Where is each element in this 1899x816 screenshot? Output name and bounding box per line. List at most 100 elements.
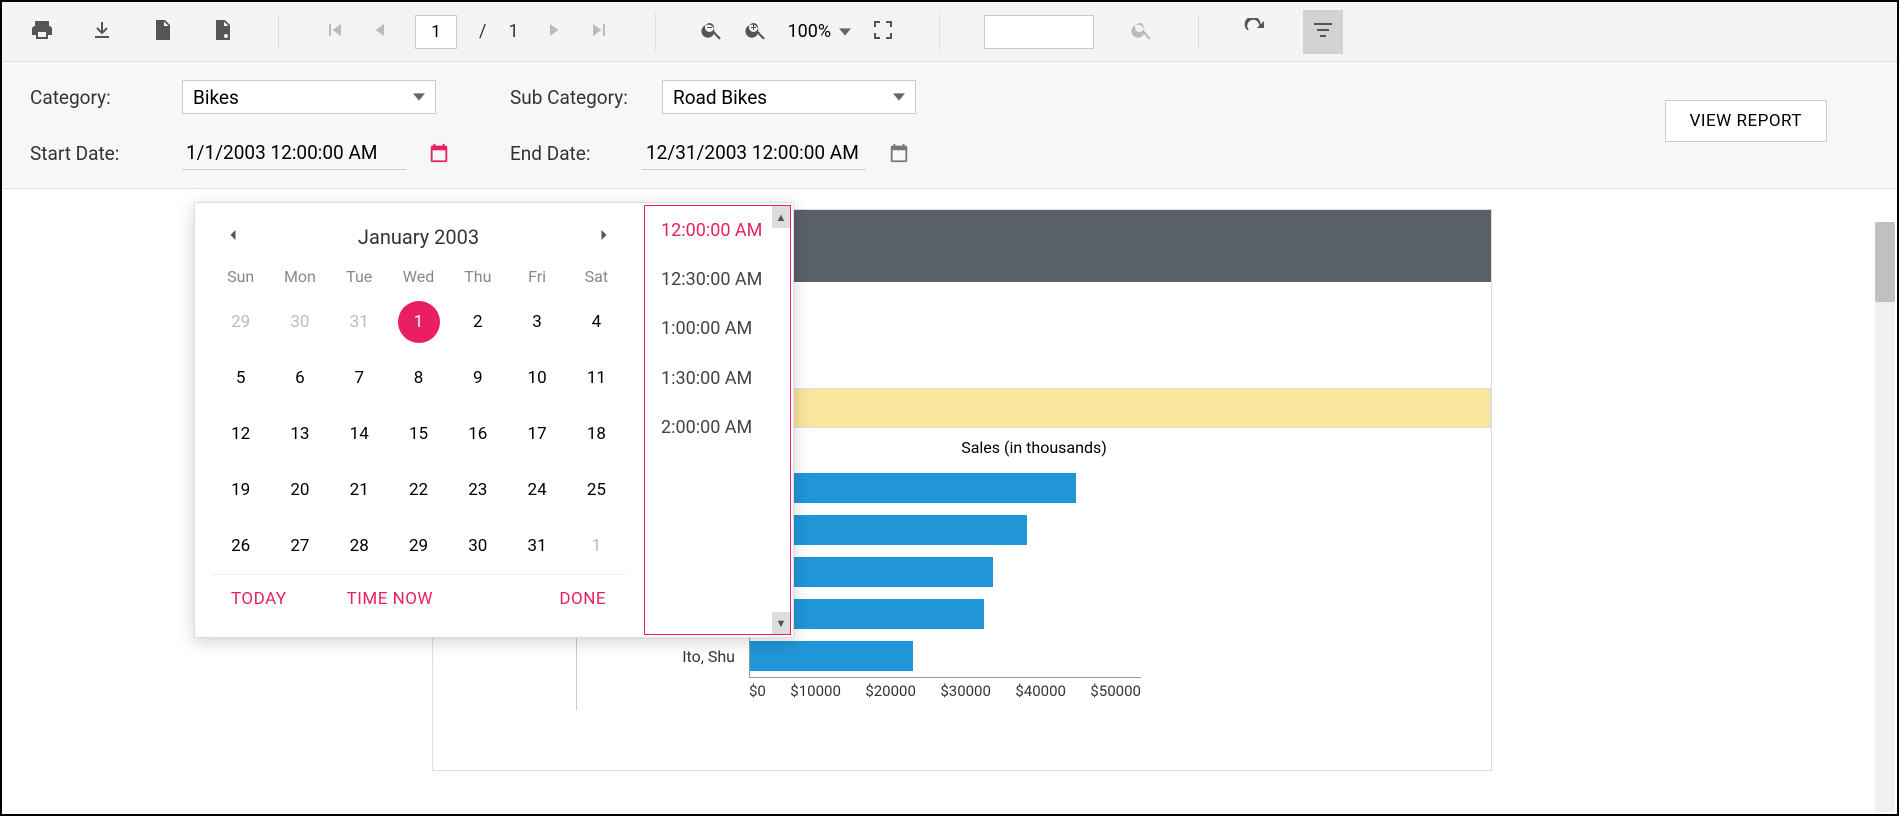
days-grid: 2930311234567891011121314151617181920212… bbox=[211, 294, 626, 574]
category-label: Category: bbox=[30, 86, 160, 109]
page-setup-icon[interactable] bbox=[150, 18, 174, 46]
end-date-input[interactable] bbox=[642, 136, 866, 170]
day-cell-prev[interactable]: 29 bbox=[211, 294, 270, 350]
day-cell[interactable]: 3 bbox=[507, 294, 566, 350]
day-cell-next[interactable]: 1 bbox=[567, 518, 626, 574]
day-cell[interactable]: 23 bbox=[448, 462, 507, 518]
weekday-row: SunMonTueWedThuFriSat bbox=[211, 267, 626, 286]
separator bbox=[655, 14, 656, 50]
separator bbox=[939, 14, 940, 50]
day-cell[interactable]: 29 bbox=[389, 518, 448, 574]
chart-xaxis: $0$10000$20000$30000$40000$50000 bbox=[749, 677, 1141, 700]
day-cell[interactable]: 25 bbox=[567, 462, 626, 518]
zoom-value: 100% bbox=[788, 21, 832, 42]
filter-icon[interactable] bbox=[1303, 10, 1343, 54]
separator bbox=[1198, 14, 1199, 50]
search-input[interactable] bbox=[984, 15, 1094, 49]
day-cell[interactable]: 9 bbox=[448, 350, 507, 406]
toolbar: / 1 100% bbox=[2, 2, 1897, 62]
day-cell[interactable]: 19 bbox=[211, 462, 270, 518]
day-cell[interactable]: 4 bbox=[567, 294, 626, 350]
end-date-label: End Date: bbox=[510, 142, 620, 165]
xaxis-tick: $50000 bbox=[1090, 682, 1141, 700]
subcategory-select[interactable]: Road Bikes bbox=[662, 80, 916, 114]
zoom-group: 100% bbox=[700, 18, 896, 46]
day-cell[interactable]: 20 bbox=[270, 462, 329, 518]
document-options-icon[interactable] bbox=[210, 18, 234, 46]
day-cell[interactable]: 2 bbox=[448, 294, 507, 350]
scroll-up-icon[interactable]: ▲ bbox=[772, 206, 790, 228]
time-option[interactable]: 12:30:00 AM bbox=[645, 255, 790, 304]
start-date-input[interactable] bbox=[182, 136, 406, 170]
day-cell[interactable]: 26 bbox=[211, 518, 270, 574]
next-month-icon[interactable] bbox=[594, 225, 614, 249]
day-cell[interactable]: 13 bbox=[270, 406, 329, 462]
fullscreen-icon[interactable] bbox=[871, 18, 895, 46]
today-button[interactable]: TODAY bbox=[231, 589, 287, 609]
xaxis-tick: $40000 bbox=[1015, 682, 1066, 700]
chart-row: Ito, Shu bbox=[597, 635, 1471, 677]
day-cell[interactable]: 30 bbox=[448, 518, 507, 574]
zoom-select[interactable]: 100% bbox=[788, 21, 852, 42]
zoom-out-icon[interactable] bbox=[700, 18, 724, 46]
prev-page-icon[interactable] bbox=[369, 18, 393, 46]
first-page-icon[interactable] bbox=[323, 18, 347, 46]
page-number-input[interactable] bbox=[415, 15, 457, 49]
done-button[interactable]: DONE bbox=[559, 589, 606, 609]
time-option[interactable]: 1:30:00 AM bbox=[645, 354, 790, 403]
subcategory-label: Sub Category: bbox=[510, 86, 640, 109]
xaxis-tick: $20000 bbox=[865, 682, 916, 700]
day-cell[interactable]: 7 bbox=[330, 350, 389, 406]
day-cell[interactable]: 22 bbox=[389, 462, 448, 518]
view-report-button[interactable]: VIEW REPORT bbox=[1665, 100, 1827, 142]
export-icon[interactable] bbox=[90, 18, 114, 46]
chart-bar bbox=[750, 473, 1076, 503]
next-page-icon[interactable] bbox=[541, 18, 565, 46]
zoom-in-icon[interactable] bbox=[744, 18, 768, 46]
category-select[interactable]: Bikes bbox=[182, 80, 436, 114]
weekday-label: Thu bbox=[448, 267, 507, 286]
day-cell[interactable]: 24 bbox=[507, 462, 566, 518]
weekday-label: Mon bbox=[270, 267, 329, 286]
category-value: Bikes bbox=[193, 86, 239, 109]
day-cell[interactable]: 12 bbox=[211, 406, 270, 462]
time-option[interactable]: 12:00:00 AM bbox=[645, 206, 790, 255]
time-option[interactable]: 1:00:00 AM bbox=[645, 304, 790, 353]
time-list: ▲ 12:00:00 AM12:30:00 AM1:00:00 AM1:30:0… bbox=[644, 205, 791, 635]
datepicker-popup: January 2003 SunMonTueWedThuFriSat 29303… bbox=[194, 202, 794, 638]
weekday-label: Sat bbox=[567, 267, 626, 286]
day-cell[interactable]: 16 bbox=[448, 406, 507, 462]
xaxis-tick: $0 bbox=[749, 682, 766, 700]
vertical-scrollbar[interactable] bbox=[1875, 222, 1895, 812]
time-now-button[interactable]: TIME NOW bbox=[347, 589, 433, 609]
start-date-label: Start Date: bbox=[30, 142, 160, 165]
day-cell[interactable]: 17 bbox=[507, 406, 566, 462]
day-cell[interactable]: 21 bbox=[330, 462, 389, 518]
day-cell-prev[interactable]: 30 bbox=[270, 294, 329, 350]
last-page-icon[interactable] bbox=[587, 18, 611, 46]
day-cell[interactable]: 28 bbox=[330, 518, 389, 574]
day-cell[interactable]: 14 bbox=[330, 406, 389, 462]
day-cell[interactable]: 5 bbox=[211, 350, 270, 406]
prev-month-icon[interactable] bbox=[223, 225, 243, 249]
page-navigation: / 1 bbox=[323, 15, 611, 49]
search-icon[interactable] bbox=[1130, 18, 1154, 46]
day-cell[interactable]: 31 bbox=[507, 518, 566, 574]
day-cell-prev[interactable]: 31 bbox=[330, 294, 389, 350]
day-cell[interactable]: 1 bbox=[398, 301, 440, 343]
day-cell[interactable]: 8 bbox=[389, 350, 448, 406]
day-cell[interactable]: 27 bbox=[270, 518, 329, 574]
day-cell[interactable]: 10 bbox=[507, 350, 566, 406]
day-cell[interactable]: 11 bbox=[567, 350, 626, 406]
print-icon[interactable] bbox=[30, 18, 54, 46]
day-cell[interactable]: 6 bbox=[270, 350, 329, 406]
weekday-label: Fri bbox=[507, 267, 566, 286]
scroll-down-icon[interactable]: ▼ bbox=[772, 612, 790, 634]
day-cell[interactable]: 18 bbox=[567, 406, 626, 462]
time-option[interactable]: 2:00:00 AM bbox=[645, 403, 790, 452]
month-title[interactable]: January 2003 bbox=[358, 225, 479, 249]
day-cell[interactable]: 15 bbox=[389, 406, 448, 462]
calendar-icon[interactable] bbox=[888, 142, 910, 164]
refresh-icon[interactable] bbox=[1243, 18, 1267, 46]
calendar-icon[interactable] bbox=[428, 142, 450, 164]
